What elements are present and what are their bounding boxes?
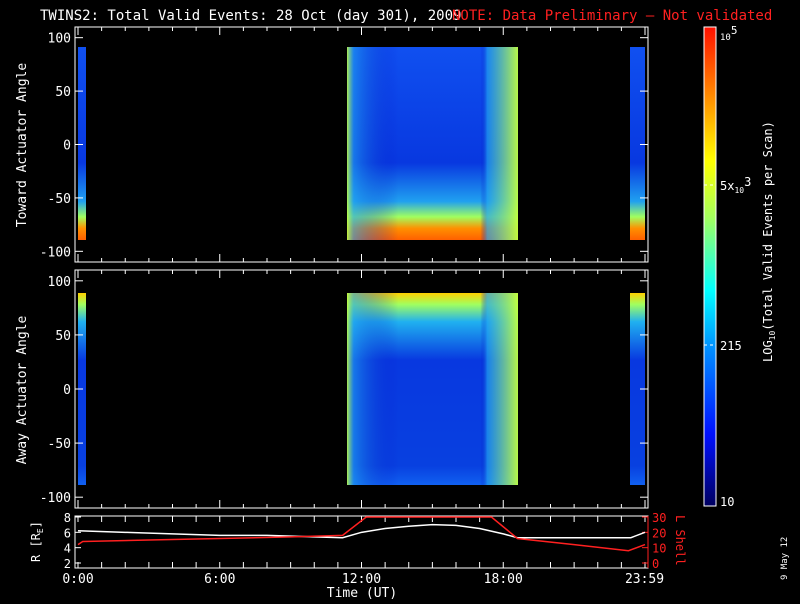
radius-label: R [R [29,532,43,562]
toward-block-2-edges [347,47,518,240]
y-tick-label: 100 [48,32,71,47]
tick-exp: 5 [731,24,738,37]
colorbar-tick-max: 105 [720,24,737,43]
tick-pre: 5x [720,179,734,193]
tick-base: 10 [734,186,744,195]
colorbar-tick-5e3: 5x103 [720,175,751,195]
y-tick-label: 50 [55,85,71,100]
y-tick-label-right: 30 [652,511,666,525]
y-tick-label-right: 0 [652,557,659,571]
cb-label-end: (Total Valid Events per Scan) [761,121,775,331]
y-tick-label: -100 [40,245,71,260]
y-tick-label: 0 [63,139,71,154]
y-tick-label: 100 [48,275,71,290]
y-tick-label: 6 [64,526,71,540]
y-tick-label: 50 [55,329,71,344]
orbit-panel: 0:00 6:00 12:00 18:00 23:59 86 42 3020 100 R [RE… [29,511,687,601]
time-xlabel: Time (UT) [327,586,397,600]
away-panel: 100 50 0 -50 -100 Away Actuator Angle [15,269,649,509]
tick-exp: 3 [744,175,751,189]
x-tick-label: 23:59 [625,572,664,587]
orbit-frame [74,515,649,569]
colorbar-fill [703,26,717,507]
radius-ylabel: R [RE] [29,521,45,562]
y-tick-label-right: 20 [652,526,666,540]
y-tick-label: 0 [63,383,71,398]
lshell-ylabel: L Shell [673,515,687,566]
colorbar-tick-215: 215 [720,339,742,353]
toward-ylabel: Toward Actuator Angle [15,63,30,228]
x-tick-label: 6:00 [204,572,235,587]
twins-plot: TWINS2: Total Valid Events: 28 Oct (day … [15,8,790,601]
toward-block-3 [630,47,645,240]
y-tick-label: 8 [64,511,71,525]
y-tick-label-right: 10 [652,542,666,556]
away-block-2-edges [347,293,518,485]
y-tick-label: -50 [48,192,71,207]
y-tick-label: -100 [40,491,71,506]
toward-block-1 [78,47,86,240]
y-tick-label: -50 [48,437,71,452]
x-tick-label: 12:00 [342,572,381,587]
plot-title: TWINS2: Total Valid Events: 28 Oct (day … [40,8,461,24]
colorbar: 105 5x103 215 10 LOG10(Total Valid Event… [703,24,777,509]
x-tick-label: 0:00 [62,572,93,587]
radius-line [77,523,646,539]
tick-base: 10 [720,33,731,43]
preliminary-note: NOTE: Data Preliminary — Not validated [452,8,772,24]
y-tick-label: 2 [64,557,71,571]
colorbar-label: LOG10(Total Valid Events per Scan) [761,121,777,362]
cb-label: LOG [761,340,775,362]
radius-label-end: ] [29,521,43,528]
toward-panel: 100 50 0 -50 -100 Toward Actuator Angle [15,26,649,263]
x-tick-label: 18:00 [484,572,523,587]
date-stamp: 9 May 12 [780,537,790,580]
y-tick-label: 4 [64,542,71,556]
colorbar-tick-10: 10 [720,495,734,509]
away-ylabel: Away Actuator Angle [15,315,30,464]
cb-label-sub: 10 [768,330,777,340]
